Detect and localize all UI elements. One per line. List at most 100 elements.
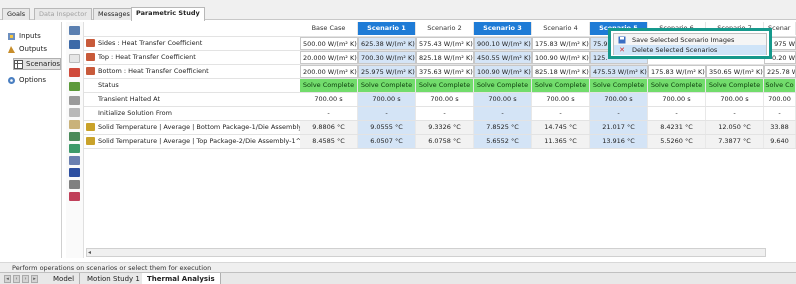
tab-messages[interactable]: Messages [93, 8, 135, 20]
table-cell[interactable]: 575.43 W/(m² K) [416, 37, 474, 50]
table-cell[interactable]: 20.000 W/(m² K) [300, 51, 358, 64]
input-parameter-icon [86, 53, 95, 61]
table-cell[interactable]: 225.78 W [764, 65, 796, 78]
menu-item-save-scenario-images[interactable]: Save Selected Scenario Images [614, 35, 766, 45]
table-cell: 9.8806 °C [300, 121, 358, 134]
table-cell: 9.640 [764, 135, 796, 148]
table-cell[interactable]: 450.55 W/(m² K) [474, 51, 532, 64]
table-cell[interactable]: - [590, 107, 648, 120]
row-divider [84, 148, 796, 149]
table-cell: 700.00 s [706, 93, 764, 106]
next-tab-icon[interactable]: › [22, 275, 29, 283]
table-icon[interactable] [69, 156, 80, 165]
table-cell[interactable]: 200.00 W/(m² K) [300, 65, 358, 78]
tab-goals[interactable]: Goals [2, 8, 31, 20]
table-cell[interactable]: 375.63 W/(m² K) [416, 65, 474, 78]
bottom-tab-bar: ◂ ‹ › ▸ Model Motion Study 1 Thermal Ana… [0, 272, 796, 284]
run-scenarios-icon[interactable] [69, 26, 80, 35]
table-cell[interactable]: - [764, 107, 796, 120]
status-badge: Solve Complete [474, 79, 532, 92]
table-cell: 6.0507 °C [358, 135, 416, 148]
table-cell[interactable]: 100.90 W/(m² K) [532, 51, 590, 64]
table-cell[interactable]: - [474, 107, 532, 120]
table-cell[interactable]: 100.90 W/(m² K) [474, 65, 532, 78]
color-icon[interactable] [69, 192, 80, 201]
copy-scenario-icon[interactable] [69, 54, 80, 63]
top-tab-bar: Goals Data Inspector Messages Parametric… [0, 0, 796, 21]
chart-icon[interactable] [69, 144, 80, 153]
table-cell: 14.745 °C [532, 121, 590, 134]
sidebar-item-options[interactable]: Options [6, 74, 60, 86]
table-cell: 700.00 s [358, 93, 416, 106]
table-cell[interactable]: 825.18 W/(m² K) [416, 51, 474, 64]
settings-icon[interactable] [69, 96, 80, 105]
last-tab-icon[interactable]: ▸ [31, 275, 38, 283]
table-cell: 700.00 s [416, 93, 474, 106]
delete-icon: ✕ [619, 46, 625, 54]
tab-model[interactable]: Model [48, 273, 81, 284]
column-header-scenario-4[interactable]: Scenario 4 [532, 22, 590, 35]
excel-icon[interactable] [69, 132, 80, 141]
sidebar-item-inputs[interactable]: Inputs [6, 30, 60, 42]
sidebar-item-outputs[interactable]: Outputs [6, 43, 60, 55]
table-cell[interactable]: - [532, 107, 590, 120]
status-badge: Solve Complete [532, 79, 590, 92]
table-cell[interactable]: - [300, 107, 358, 120]
inputs-icon [6, 31, 16, 41]
scroll-left-icon[interactable]: ◂ [88, 249, 91, 256]
delete-scenario-icon[interactable] [69, 68, 80, 77]
first-tab-icon[interactable]: ◂ [4, 275, 11, 283]
table-cell: 9.3326 °C [416, 121, 474, 134]
results-icon[interactable] [69, 108, 80, 117]
table-cell[interactable]: 500.00 W/(m² K) [300, 37, 358, 50]
table-cell[interactable]: - [416, 107, 474, 120]
column-header-base-case[interactable]: Base Case [300, 22, 358, 35]
folder-icon[interactable] [69, 120, 80, 129]
prev-tab-icon[interactable]: ‹ [13, 275, 20, 283]
status-badge: Solve Complete [300, 79, 358, 92]
tab-data-inspector[interactable]: Data Inspector [34, 8, 92, 20]
sidebar-item-scenarios[interactable]: Scenarios [13, 58, 61, 70]
export-icon[interactable] [69, 82, 80, 91]
table-cell[interactable]: 900.10 W/(m² K) [474, 37, 532, 50]
row-label: Solid Temperature | Average | Top Packag… [98, 137, 302, 145]
tool-icon-column [66, 22, 84, 258]
print-icon[interactable] [69, 180, 80, 189]
row-label: Status [98, 81, 119, 89]
tab-parametric-study[interactable]: Parametric Study [131, 7, 205, 21]
table-cell: 13.916 °C [590, 135, 648, 148]
menu-item-delete-scenarios[interactable]: ✕ Delete Selected Scenarios [614, 45, 766, 55]
table-cell[interactable]: - [706, 107, 764, 120]
context-menu-frame: Save Selected Scenario Images ✕ Delete S… [608, 28, 772, 59]
table-cell[interactable]: - [648, 107, 706, 120]
table-cell[interactable]: 175.83 W/(m² K) [648, 65, 706, 78]
column-header-scenario-1[interactable]: Scenario 1 [358, 22, 416, 35]
table-cell: 5.6552 °C [474, 135, 532, 148]
table-cell[interactable]: - [358, 107, 416, 120]
table-cell[interactable]: 825.18 W/(m² K) [532, 65, 590, 78]
table-cell: 700.00 s [648, 93, 706, 106]
table-cell: 12.050 °C [706, 121, 764, 134]
save-images-icon [618, 36, 626, 44]
tab-thermal-analysis[interactable]: Thermal Analysis [142, 273, 221, 284]
status-badge: Solve Complete [416, 79, 474, 92]
table-cell[interactable]: 700.30 W/(m² K) [358, 51, 416, 64]
column-header-scenario-2[interactable]: Scenario 2 [416, 22, 474, 35]
model-icon[interactable] [69, 168, 80, 177]
table-cell[interactable]: 25.975 W/(m² K) [358, 65, 416, 78]
table-cell[interactable]: 475.53 W/(m² K) [590, 65, 648, 78]
table-cell: 700.00 [764, 93, 796, 106]
column-header-scenario-3[interactable]: Scenario 3 [474, 22, 532, 35]
status-badge: Solve Complete [706, 79, 764, 92]
table-cell: 8.4231 °C [648, 121, 706, 134]
horizontal-scrollbar[interactable]: ◂ [86, 248, 766, 257]
table-cell[interactable]: 350.65 W/(m² K) [706, 65, 764, 78]
table-cell[interactable]: 625.38 W/(m² K) [358, 37, 416, 50]
status-badge: Solve Complete [648, 79, 706, 92]
tab-motion-study-1[interactable]: Motion Study 1 [82, 273, 146, 284]
menu-item-label: Delete Selected Scenarios [632, 46, 718, 54]
table-cell: 11.365 °C [532, 135, 590, 148]
menu-item-label: Save Selected Scenario Images [632, 36, 735, 44]
add-scenario-icon[interactable] [69, 40, 80, 49]
table-cell[interactable]: 175.83 W/(m² K) [532, 37, 590, 50]
